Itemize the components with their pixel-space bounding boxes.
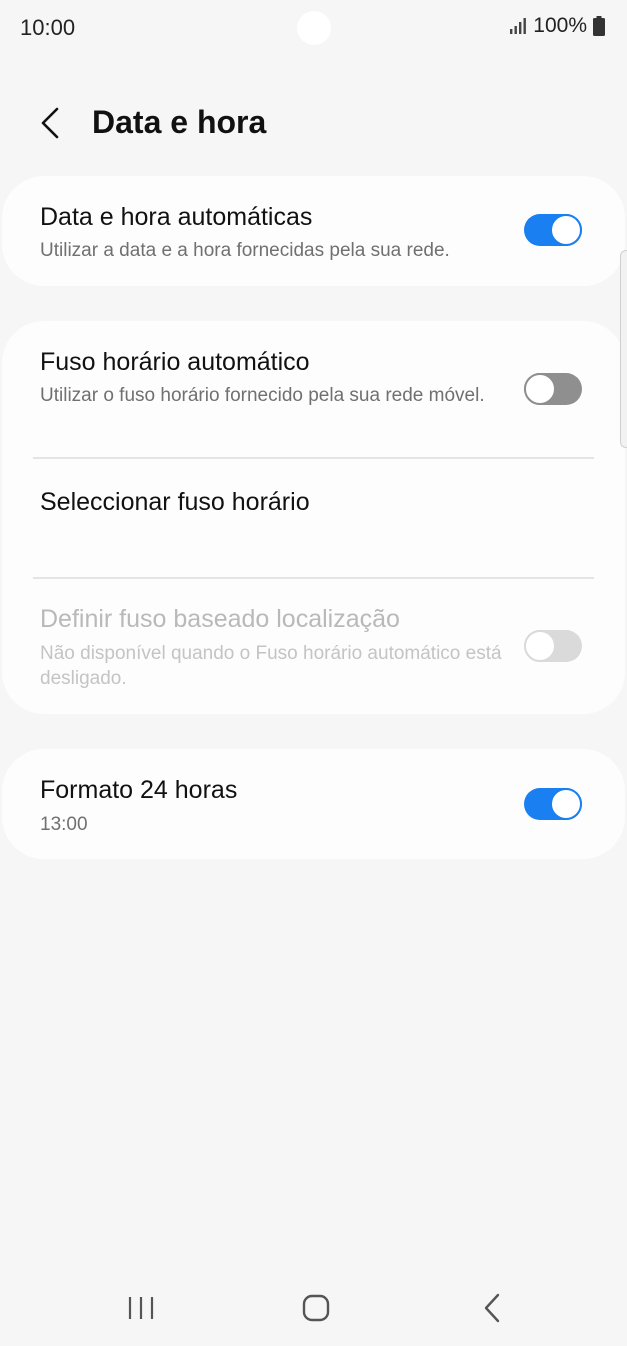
auto-datetime-toggle[interactable] (524, 214, 582, 246)
location-timezone-subtitle: Não disponível quando o Fuso horário aut… (40, 643, 502, 689)
recents-icon[interactable] (127, 1294, 155, 1322)
toggle-knob (524, 373, 556, 405)
signal-icon (510, 18, 527, 34)
toggle-knob (524, 630, 556, 662)
auto-datetime-subtitle: Utilizar a data e a hora fornecidas pela… (40, 240, 450, 261)
auto-timezone-toggle[interactable] (524, 373, 582, 405)
toggle-knob (550, 214, 582, 246)
navigation-bar (0, 1272, 627, 1346)
page-header: Data e hora (0, 96, 627, 152)
auto-datetime-title: Data e hora automáticas (40, 203, 313, 231)
page-title: Data e hora (92, 104, 267, 140)
auto-timezone-title: Fuso horário automático (40, 348, 310, 376)
auto-datetime-row[interactable]: Data e hora automáticas Utilizar a data … (2, 176, 625, 286)
status-bar: 10:00 100% (0, 0, 627, 56)
auto-timezone-subtitle: Utilizar o fuso horário fornecido pela s… (40, 385, 485, 406)
location-timezone-toggle (524, 630, 582, 662)
home-icon[interactable] (302, 1294, 330, 1322)
status-icons: 100% (509, 14, 605, 38)
toggle-knob (550, 788, 582, 820)
auto-timezone-row[interactable]: Fuso horário automático Utilizar o fuso … (2, 321, 625, 458)
select-timezone-title: Seleccionar fuso horário (40, 488, 310, 516)
back-arrow-icon[interactable] (38, 106, 62, 140)
format-24h-row[interactable]: Formato 24 horas 13:00 (2, 749, 625, 859)
back-icon[interactable] (482, 1292, 502, 1324)
format-24h-title: Formato 24 horas (40, 776, 238, 804)
format-24h-toggle[interactable] (524, 788, 582, 820)
battery-percentage: 100% (533, 14, 587, 37)
camera-cutout (297, 11, 331, 45)
format-24h-subtitle: 13:00 (40, 814, 88, 835)
timezone-card: Fuso horário automático Utilizar o fuso … (2, 321, 625, 714)
location-timezone-title: Definir fuso baseado localização (40, 605, 400, 633)
auto-datetime-card: Data e hora automáticas Utilizar a data … (2, 176, 625, 286)
battery-icon (593, 16, 605, 36)
format-24h-card: Formato 24 horas 13:00 (2, 749, 625, 859)
location-timezone-row: Definir fuso baseado localização Não dis… (2, 579, 625, 714)
status-time: 10:00 (20, 15, 76, 40)
select-timezone-row[interactable]: Seleccionar fuso horário (2, 459, 625, 577)
scroll-indicator[interactable] (620, 250, 627, 448)
